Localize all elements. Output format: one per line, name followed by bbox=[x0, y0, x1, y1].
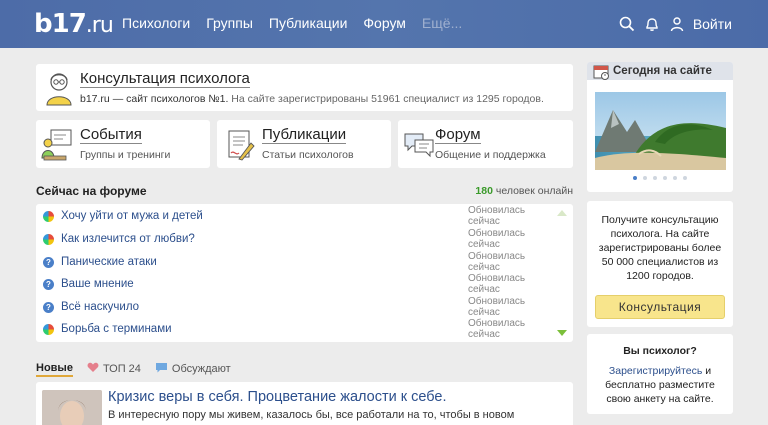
nav-forum[interactable]: Форум bbox=[363, 15, 406, 31]
slider-dot[interactable] bbox=[643, 176, 647, 180]
forum-title[interactable]: Форум bbox=[435, 127, 481, 144]
site-logo[interactable]: b17.ru bbox=[34, 9, 114, 39]
nav-psychologists[interactable]: Психологи bbox=[122, 15, 190, 31]
main-nav: Психологи Группы Публикации Форум Ещё... bbox=[122, 15, 478, 31]
events-icon bbox=[41, 128, 73, 162]
article-title[interactable]: Кризис веры в себя. Процветание жалости … bbox=[108, 389, 446, 405]
today-on-site-widget: Сегодня на сайте bbox=[587, 62, 733, 192]
registration-stats: На сайте зарегистрированы 51961 специали… bbox=[231, 93, 544, 105]
topic-title[interactable]: Всё наскучило bbox=[61, 301, 468, 313]
slider-dot[interactable] bbox=[653, 176, 657, 180]
list-item[interactable]: ? Панические атаки Обновилась сейчас bbox=[36, 251, 556, 273]
heart-icon bbox=[87, 362, 99, 376]
forum-topic-list: Хочу уйти от мужа и детей Обновилась сей… bbox=[36, 204, 573, 342]
register-link[interactable]: Зарегистрируйтесь bbox=[609, 365, 702, 377]
topic-title[interactable]: Как излечится от любви? bbox=[61, 233, 468, 245]
psychologist-avatar-icon bbox=[44, 70, 74, 106]
forum-now-heading: Сейчас на форуме bbox=[36, 184, 147, 198]
slider-dot[interactable] bbox=[683, 176, 687, 180]
slider-dot[interactable] bbox=[673, 176, 677, 180]
today-slide-image[interactable] bbox=[595, 92, 726, 170]
list-item[interactable]: ? Ваше мнение Обновилась сейчас bbox=[36, 273, 556, 295]
question-icon: ? bbox=[43, 301, 54, 313]
psychologist-question: Вы психолог? bbox=[623, 345, 697, 357]
topic-title[interactable]: Хочу уйти от мужа и детей bbox=[61, 210, 468, 222]
tab-top24-label: ТОП 24 bbox=[102, 363, 141, 375]
publications-icon bbox=[225, 128, 255, 162]
forum-now-header: Сейчас на форуме 180 человек онлайн bbox=[36, 184, 573, 200]
psychologist-signup-text: Зарегистрируйтесь и бесплатно разместите… bbox=[595, 364, 725, 406]
topic-title[interactable]: Панические атаки bbox=[61, 256, 468, 268]
site-tagline: b17.ru — сайт психологов №1. bbox=[80, 93, 229, 105]
psychologist-signup-widget: Вы психолог? Зарегистрируйтесь и бесплат… bbox=[587, 334, 733, 414]
consultation-subtitle: b17.ru — сайт психологов №1. На сайте за… bbox=[80, 93, 544, 105]
events-subtitle: Группы и тренинги bbox=[80, 149, 171, 161]
topic-status: Обновилась сейчас bbox=[468, 296, 526, 318]
topic-title[interactable]: Борьба с терминами bbox=[61, 323, 468, 335]
feature-card-forum[interactable]: Форум Общение и поддержка bbox=[398, 120, 573, 168]
comment-icon bbox=[155, 362, 168, 376]
question-icon: ? bbox=[43, 278, 54, 290]
today-header: Сегодня на сайте bbox=[587, 62, 733, 80]
topic-title[interactable]: Ваше мнение bbox=[61, 278, 468, 290]
list-item[interactable]: Борьба с терминами Обновилась сейчас bbox=[36, 318, 556, 340]
slider-dot-active[interactable] bbox=[633, 176, 637, 180]
top-navbar: b17.ru Психологи Группы Публикации Форум… bbox=[0, 0, 768, 48]
slider-dot[interactable] bbox=[663, 176, 667, 180]
topic-status: Обновилась сейчас bbox=[468, 228, 526, 250]
tab-discuss[interactable]: Обсуждают bbox=[155, 362, 231, 376]
article-card[interactable]: Кризис веры в себя. Процветание жалости … bbox=[36, 382, 573, 425]
topic-status: Обновилась сейчас bbox=[468, 205, 526, 227]
tab-top24[interactable]: ТОП 24 bbox=[87, 362, 141, 376]
forum-subtitle: Общение и поддержка bbox=[435, 149, 546, 161]
scroll-down-arrow[interactable] bbox=[557, 330, 567, 336]
tab-discuss-label: Обсуждают bbox=[171, 363, 231, 375]
publications-subtitle: Статьи психологов bbox=[262, 149, 354, 161]
nav-publications[interactable]: Публикации bbox=[269, 15, 347, 31]
consultation-button[interactable]: Консультация bbox=[595, 295, 725, 319]
colorful-topic-icon bbox=[43, 210, 54, 222]
online-counter: 180 человек онлайн bbox=[475, 185, 573, 197]
question-icon: ? bbox=[43, 256, 54, 268]
calendar-icon bbox=[593, 64, 609, 83]
topic-status: Обновилась сейчас bbox=[468, 318, 526, 340]
nav-groups[interactable]: Группы bbox=[206, 15, 253, 31]
today-title: Сегодня на сайте bbox=[613, 65, 712, 77]
consultation-title[interactable]: Консультация психолога bbox=[80, 71, 250, 88]
feature-card-publications[interactable]: Публикации Статьи психологов bbox=[217, 120, 391, 168]
consultation-promo: Получите консультацию психолога. На сайт… bbox=[587, 201, 733, 327]
bell-icon[interactable] bbox=[641, 13, 663, 35]
forum-icon bbox=[403, 130, 435, 160]
topic-status: Обновилась сейчас bbox=[468, 251, 526, 273]
colorful-topic-icon bbox=[43, 323, 54, 335]
article-thumbnail[interactable] bbox=[42, 390, 102, 425]
online-label: человек онлайн bbox=[495, 185, 573, 197]
list-item[interactable]: Как излечится от любви? Обновилась сейча… bbox=[36, 228, 556, 250]
nav-more[interactable]: Ещё... bbox=[422, 15, 462, 31]
publications-title[interactable]: Публикации bbox=[262, 127, 347, 144]
online-count: 180 bbox=[475, 185, 493, 197]
feed-tabs: Новые ТОП 24 Обсуждают bbox=[36, 361, 245, 377]
colorful-topic-icon bbox=[43, 233, 54, 245]
scroll-up-arrow[interactable] bbox=[557, 210, 567, 216]
list-item[interactable]: ? Всё наскучило Обновилась сейчас bbox=[36, 296, 556, 318]
list-item[interactable]: Хочу уйти от мужа и детей Обновилась сей… bbox=[36, 205, 556, 227]
topic-status: Обновилась сейчас bbox=[468, 273, 526, 295]
header-actions: Войти bbox=[616, 12, 768, 36]
consultation-card[interactable]: Консультация психолога b17.ru — сайт пси… bbox=[36, 64, 573, 111]
slider-dots bbox=[587, 176, 733, 180]
article-excerpt: В интересную пору мы живем, казалось бы,… bbox=[108, 409, 515, 421]
user-icon[interactable] bbox=[666, 13, 688, 35]
tab-new[interactable]: Новые bbox=[36, 362, 73, 377]
events-title[interactable]: События bbox=[80, 127, 142, 144]
search-icon[interactable] bbox=[616, 13, 638, 35]
login-link[interactable]: Войти bbox=[693, 16, 732, 32]
consultation-promo-text: Получите консультацию психолога. На сайт… bbox=[598, 214, 722, 282]
feature-card-events[interactable]: События Группы и тренинги bbox=[36, 120, 210, 168]
